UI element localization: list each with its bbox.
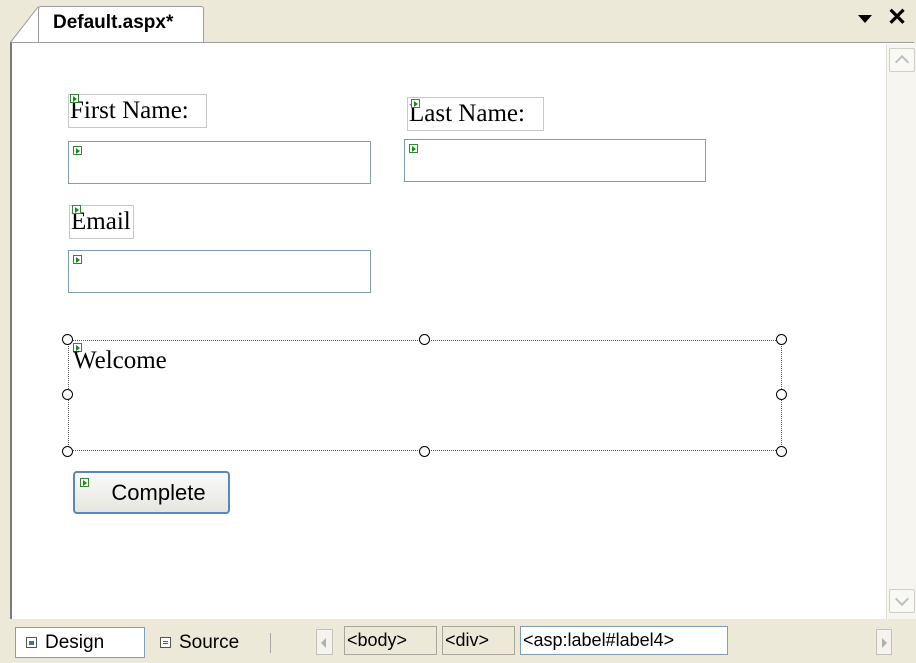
last-name-label[interactable]: Last Name:: [407, 97, 544, 131]
vertical-scrollbar[interactable]: [886, 44, 916, 619]
first-name-input[interactable]: [68, 141, 371, 184]
scroll-left-icon[interactable]: [316, 629, 333, 655]
resize-handle-top-right[interactable]: [776, 334, 787, 345]
source-view-icon: [160, 637, 171, 648]
breadcrumb-label4[interactable]: <asp:label#label4>: [520, 626, 728, 655]
last-name-input[interactable]: [404, 139, 706, 182]
resize-handle-right[interactable]: [776, 389, 787, 400]
design-view-button[interactable]: Design: [15, 627, 145, 658]
scroll-up-icon[interactable]: [889, 48, 915, 72]
first-name-label-text: First Name:: [70, 97, 189, 124]
dropdown-arrow-icon[interactable]: [858, 15, 872, 23]
scroll-down-icon[interactable]: [889, 589, 915, 613]
complete-button-label: Complete: [111, 479, 206, 505]
smart-tag-glyph-icon: [409, 144, 418, 153]
last-name-label-text: Last Name:: [409, 100, 525, 127]
welcome-text: Welcome: [73, 347, 167, 374]
resize-handle-bottom-right[interactable]: [776, 446, 787, 457]
scroll-right-icon[interactable]: [876, 629, 892, 655]
resize-handle-bottom[interactable]: [419, 446, 430, 457]
document-tab-title: Default.aspx*: [53, 12, 174, 33]
source-view-button[interactable]: Source: [150, 627, 256, 658]
email-input[interactable]: [68, 250, 371, 293]
breadcrumb-div[interactable]: <div>: [442, 626, 515, 655]
resize-handle-top[interactable]: [419, 334, 430, 345]
document-tab[interactable]: Default.aspx*: [38, 6, 204, 42]
design-view-icon: [26, 637, 37, 648]
smart-tag-glyph-icon: [70, 94, 79, 103]
first-name-label[interactable]: First Name:: [68, 94, 207, 128]
smart-tag-glyph-icon: [80, 478, 89, 487]
source-view-label: Source: [179, 631, 240, 653]
smart-tag-glyph-icon: [72, 205, 81, 214]
separator: [270, 633, 271, 653]
welcome-label-selected[interactable]: Welcome: [68, 340, 782, 451]
smart-tag-glyph-icon: [73, 255, 82, 264]
close-icon[interactable]: ✕: [887, 6, 907, 30]
breadcrumb-body[interactable]: <body>: [344, 626, 437, 655]
email-label[interactable]: Email: [69, 205, 134, 239]
smart-tag-glyph-icon: [411, 99, 420, 108]
resize-handle-bottom-left[interactable]: [62, 446, 73, 457]
complete-button[interactable]: Complete: [73, 471, 230, 514]
view-switcher-bar: Design Source <body> <div> <asp:label#la…: [0, 619, 916, 663]
resize-handle-top-left[interactable]: [62, 334, 73, 345]
document-tab-strip: Default.aspx* ✕: [0, 0, 916, 43]
resize-handle-left[interactable]: [62, 389, 73, 400]
smart-tag-glyph-icon: [73, 146, 82, 155]
design-view-label: Design: [45, 631, 105, 653]
